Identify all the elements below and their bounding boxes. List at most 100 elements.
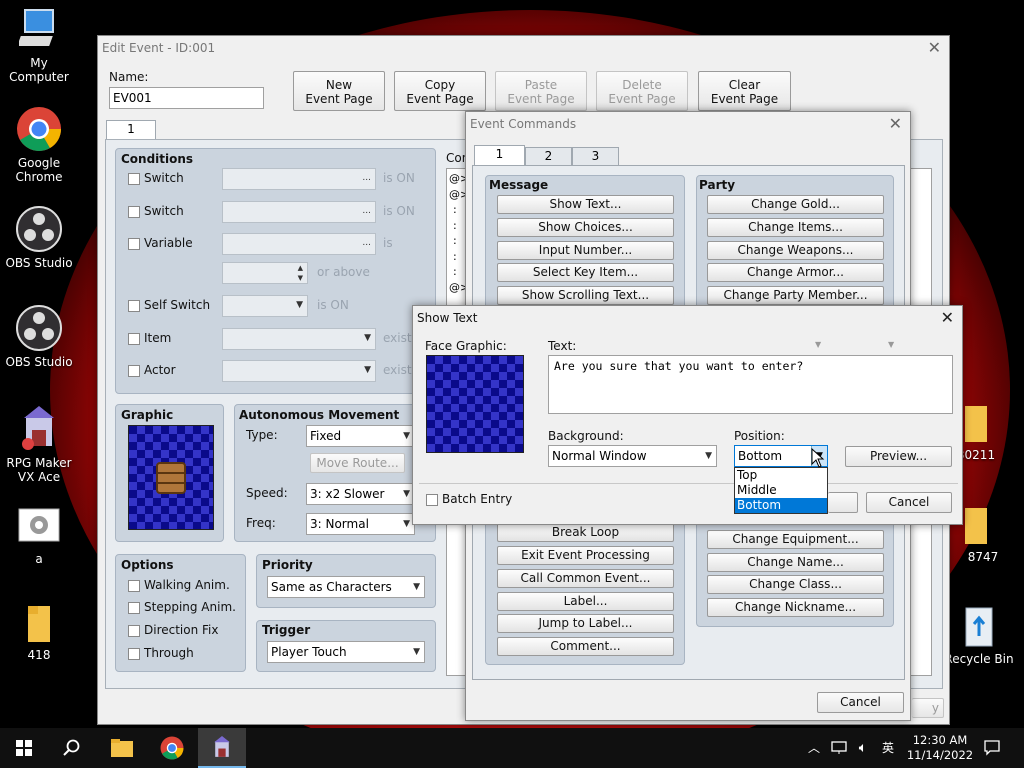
- paste-event-page-button[interactable]: Paste Event Page: [495, 71, 587, 111]
- clock-date: 11/14/2022: [906, 748, 974, 762]
- desktop-icon-recycle-bin[interactable]: Recycle Bin: [940, 602, 1018, 666]
- show-hidden-icons-chevron-icon[interactable]: ︿: [804, 728, 824, 768]
- preview-button[interactable]: Preview...: [845, 446, 952, 467]
- network-icon[interactable]: [828, 728, 850, 768]
- event-graphic-preview[interactable]: [128, 425, 214, 530]
- position-option-top[interactable]: Top: [735, 468, 827, 483]
- variable-checkbox[interactable]: [128, 238, 140, 250]
- copy-event-page-button[interactable]: Copy Event Page: [394, 71, 486, 111]
- taskbar-rpgmaker[interactable]: [198, 728, 246, 768]
- variable-value-spinner[interactable]: ▲ ▼: [222, 262, 308, 284]
- taskbar-chrome[interactable]: [148, 728, 196, 768]
- tab-commands-2[interactable]: 2: [525, 147, 572, 166]
- ok-button-partial[interactable]: [828, 492, 858, 513]
- change-party-member-button[interactable]: Change Party Member...: [707, 286, 884, 305]
- change-items-button[interactable]: Change Items...: [707, 218, 884, 237]
- change-gold-button[interactable]: Change Gold...: [707, 195, 884, 214]
- desktop-icon-obs-2[interactable]: OBS Studio: [0, 305, 78, 369]
- speed-select[interactable]: 3: x2 Slower ▼: [306, 483, 415, 505]
- taskbar-file-explorer[interactable]: [98, 728, 146, 768]
- desktop-icon-obs-1[interactable]: OBS Studio: [0, 206, 78, 270]
- direction-fix-checkbox[interactable]: [128, 625, 140, 637]
- input-number-button[interactable]: Input Number...: [497, 241, 674, 260]
- tab-page-1[interactable]: 1: [106, 120, 156, 140]
- desktop-icon-a[interactable]: a: [0, 508, 78, 566]
- position-option-bottom[interactable]: Bottom: [735, 498, 827, 513]
- close-icon[interactable]: ✕: [941, 306, 954, 330]
- desktop-icon-418[interactable]: 418: [0, 604, 78, 662]
- delete-event-page-button[interactable]: Delete Event Page: [596, 71, 688, 111]
- break-loop-button[interactable]: Break Loop: [497, 523, 674, 542]
- variable-field[interactable]: ...: [222, 233, 376, 255]
- desktop-icon-rpgmaker[interactable]: RPG Maker VX Ace: [0, 406, 78, 484]
- name-input[interactable]: EV001: [109, 87, 264, 109]
- tab-commands-3[interactable]: 3: [572, 147, 619, 166]
- search-icon: [63, 739, 80, 756]
- select-key-item-button[interactable]: Select Key Item...: [497, 263, 674, 282]
- move-route-button[interactable]: Move Route...: [310, 453, 405, 473]
- through-checkbox[interactable]: [128, 648, 140, 660]
- tab-commands-1[interactable]: 1: [474, 145, 525, 166]
- actor-checkbox[interactable]: [128, 365, 140, 377]
- desktop-icon-label: Google Chrome: [15, 156, 63, 184]
- ime-icon[interactable]: 英: [876, 728, 900, 768]
- notification-button[interactable]: [980, 728, 1004, 768]
- change-class-button[interactable]: Change Class...: [707, 575, 884, 594]
- item-checkbox[interactable]: [128, 333, 140, 345]
- switch2-checkbox[interactable]: [128, 206, 140, 218]
- volume-icon[interactable]: 🔈︎: [852, 728, 874, 768]
- walking-anim-checkbox[interactable]: [128, 580, 140, 592]
- show-scrolling-text-button[interactable]: Show Scrolling Text...: [497, 286, 674, 305]
- search-button[interactable]: [48, 728, 96, 768]
- switch1-checkbox[interactable]: [128, 173, 140, 185]
- clock[interactable]: 12:30 AM 11/14/2022: [902, 728, 978, 768]
- change-armor-button[interactable]: Change Armor...: [707, 263, 884, 282]
- new-event-page-button[interactable]: New Event Page: [293, 71, 385, 111]
- desktop-icon-chrome[interactable]: Google Chrome: [0, 106, 78, 184]
- jump-to-label-button[interactable]: Jump to Label...: [497, 614, 674, 633]
- comment-button[interactable]: Comment...: [497, 637, 674, 656]
- clear-event-page-button[interactable]: Clear Event Page: [698, 71, 791, 111]
- show-choices-button[interactable]: Show Choices...: [497, 218, 674, 237]
- call-common-event-button[interactable]: Call Common Event...: [497, 569, 674, 588]
- background-select[interactable]: Normal Window ▼: [548, 445, 717, 467]
- background-label: Background:: [548, 429, 624, 443]
- dropdown-arrow-icon: ▼: [888, 340, 895, 349]
- close-icon[interactable]: ✕: [889, 112, 902, 136]
- exit-event-processing-button[interactable]: Exit Event Processing: [497, 546, 674, 565]
- switch2-field[interactable]: ...: [222, 201, 376, 223]
- change-equipment-button[interactable]: Change Equipment...: [707, 530, 884, 549]
- self-switch-select[interactable]: ▼: [222, 295, 308, 317]
- close-icon[interactable]: ✕: [928, 36, 941, 60]
- recycle-bin-icon: [965, 607, 993, 647]
- type-select[interactable]: Fixed ▼: [306, 425, 415, 447]
- show-text-button[interactable]: Show Text...: [497, 195, 674, 214]
- position-option-middle[interactable]: Middle: [735, 483, 827, 498]
- freq-select[interactable]: 3: Normal ▼: [306, 513, 415, 535]
- change-nickname-button[interactable]: Change Nickname...: [707, 598, 884, 617]
- change-name-button[interactable]: Change Name...: [707, 553, 884, 572]
- change-weapons-button[interactable]: Change Weapons...: [707, 241, 884, 260]
- event-commands-cancel-button[interactable]: Cancel: [817, 692, 904, 713]
- desktop-icon-label: Recycle Bin: [944, 652, 1014, 666]
- face-graphic-preview[interactable]: [426, 355, 524, 453]
- chrome-icon: [17, 107, 61, 151]
- ok-button-partial[interactable]: y: [912, 698, 944, 718]
- switch1-field[interactable]: ...: [222, 168, 376, 190]
- item-select[interactable]: ▼: [222, 328, 376, 350]
- actor-select[interactable]: ▼: [222, 360, 376, 382]
- stepping-anim-checkbox[interactable]: [128, 602, 140, 614]
- message-text-area[interactable]: Are you sure that you want to enter?: [548, 355, 953, 414]
- spinner-arrows-icon: ▲ ▼: [297, 264, 303, 282]
- folder-icon: [111, 739, 133, 757]
- self-switch-checkbox[interactable]: [128, 300, 140, 312]
- show-text-cancel-button[interactable]: Cancel: [866, 492, 952, 513]
- batch-entry-checkbox[interactable]: [426, 494, 438, 506]
- priority-select[interactable]: Same as Characters ▼: [267, 576, 425, 598]
- switch2-label: Switch: [144, 204, 184, 218]
- label-button[interactable]: Label...: [497, 592, 674, 611]
- options-title: Options: [121, 558, 174, 572]
- desktop-icon-my-computer[interactable]: My Computer: [0, 8, 78, 84]
- trigger-select[interactable]: Player Touch ▼: [267, 641, 425, 663]
- start-button[interactable]: [0, 728, 48, 768]
